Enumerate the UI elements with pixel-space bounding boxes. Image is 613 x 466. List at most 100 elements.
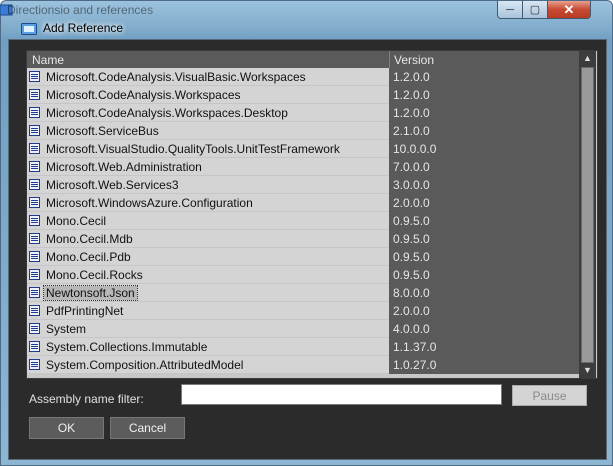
- assembly-name: PdfPrintingNet: [46, 304, 124, 318]
- name-cell[interactable]: System.Collections.Immutable: [27, 338, 389, 356]
- name-cell[interactable]: Mono.Cecil.Rocks: [27, 266, 389, 284]
- assembly-version: 10.0.0.0: [393, 142, 437, 156]
- table-row[interactable]: System.Collections.Immutable 1.1.37.0: [27, 338, 579, 356]
- assembly-version: 7.0.0.0: [393, 160, 430, 174]
- assembly-version: 0.9.5.0: [393, 214, 430, 228]
- version-cell[interactable]: 8.0.0.0: [389, 284, 579, 302]
- table-row[interactable]: Microsoft.VisualStudio.QualityTools.Unit…: [27, 140, 579, 158]
- assembly-name: Microsoft.Web.Administration: [46, 160, 202, 174]
- column-header-name[interactable]: Name: [32, 53, 64, 67]
- assembly-icon: [29, 179, 40, 190]
- dialog-title: Add Reference: [43, 21, 124, 35]
- version-cell[interactable]: 1.2.0.0: [389, 104, 579, 122]
- assembly-icon: [29, 287, 40, 298]
- name-cell[interactable]: Microsoft.CodeAnalysis.Workspaces.Deskto…: [27, 104, 389, 122]
- assembly-version: 1.2.0.0: [393, 70, 430, 84]
- table-row[interactable]: Microsoft.CodeAnalysis.VisualBasic.Works…: [27, 68, 579, 86]
- table-row[interactable]: PdfPrintingNet 2.0.0.0: [27, 302, 579, 320]
- name-cell[interactable]: Microsoft.Web.Services3: [27, 176, 389, 194]
- table-row[interactable]: Microsoft.ServiceBus 2.1.0.0: [27, 122, 579, 140]
- assembly-name: Mono.Cecil.Mdb: [46, 232, 133, 246]
- table-row[interactable]: Mono.Cecil.Mdb 0.9.5.0: [27, 230, 579, 248]
- assembly-version: 4.0.0.0: [393, 322, 430, 336]
- table-row[interactable]: Microsoft.WindowsAzure.Configuration 2.0.…: [27, 194, 579, 212]
- name-cell[interactable]: PdfPrintingNet: [27, 302, 389, 320]
- version-cell[interactable]: 0.9.5.0: [389, 230, 579, 248]
- assembly-name: Microsoft.CodeAnalysis.Workspaces.Deskto…: [46, 106, 288, 120]
- cancel-button[interactable]: Cancel: [110, 417, 185, 439]
- column-separator[interactable]: [389, 51, 390, 68]
- scrollbar-thumb[interactable]: [581, 67, 594, 363]
- version-cell[interactable]: 1.0.27.0: [389, 356, 579, 374]
- assembly-name: Microsoft.Web.Services3: [46, 178, 179, 192]
- version-cell[interactable]: 0.9.5.0: [389, 266, 579, 284]
- table-row[interactable]: Microsoft.CodeAnalysis.Workspaces 1.2.0.0: [27, 86, 579, 104]
- minimize-button[interactable]: ─: [497, 1, 523, 19]
- assembly-icon: [29, 215, 40, 226]
- table-row[interactable]: System.Composition.AttributedModel 1.0.27…: [27, 356, 579, 374]
- version-cell[interactable]: 1.2.0.0: [389, 68, 579, 86]
- version-cell[interactable]: 0.9.5.0: [389, 248, 579, 266]
- version-cell[interactable]: 2.0.0.0: [389, 302, 579, 320]
- name-cell[interactable]: Microsoft.CodeAnalysis.VisualBasic.Works…: [27, 68, 389, 86]
- name-cell[interactable]: Microsoft.ServiceBus: [27, 122, 389, 140]
- name-cell[interactable]: Microsoft.Web.Administration: [27, 158, 389, 176]
- assembly-name: Mono.Cecil.Pdb: [46, 250, 131, 264]
- assembly-version: 1.2.0.0: [393, 88, 430, 102]
- assembly-version: 0.9.5.0: [393, 250, 430, 264]
- name-cell[interactable]: System.Composition.AttributedModel: [27, 356, 389, 374]
- scroll-up-arrow-icon[interactable]: ▲: [579, 51, 596, 66]
- assembly-version: 1.0.27.0: [393, 358, 437, 372]
- assembly-icon: [29, 323, 40, 334]
- name-cell[interactable]: Newtonsoft.Json: [27, 284, 389, 302]
- table-row[interactable]: System 4.0.0.0: [27, 320, 579, 338]
- table-row[interactable]: Microsoft.Web.Administration 7.0.0.0: [27, 158, 579, 176]
- name-cell[interactable]: System: [27, 320, 389, 338]
- assembly-icon: [29, 269, 40, 280]
- name-cell[interactable]: Microsoft.WindowsAzure.Configuration: [27, 194, 389, 212]
- assembly-filter-label: Assembly name filter:: [29, 392, 144, 406]
- table-row[interactable]: Microsoft.Web.Services3 3.0.0.0: [27, 176, 579, 194]
- assembly-name: Microsoft.CodeAnalysis.Workspaces: [46, 88, 241, 102]
- close-button[interactable]: ✕: [547, 1, 591, 19]
- version-cell[interactable]: 2.0.0.0: [389, 194, 579, 212]
- table-row[interactable]: Microsoft.CodeAnalysis.Workspaces.Deskto…: [27, 104, 579, 122]
- assembly-icon: [29, 89, 40, 100]
- vertical-scrollbar[interactable]: ▲ ▼: [579, 51, 596, 378]
- assembly-version: 0.9.5.0: [393, 268, 430, 282]
- name-cell[interactable]: Mono.Cecil.Mdb: [27, 230, 389, 248]
- assembly-version: 8.0.0.0: [393, 286, 430, 300]
- name-cell[interactable]: Microsoft.VisualStudio.QualityTools.Unit…: [27, 140, 389, 158]
- assembly-name: System.Collections.Immutable: [46, 340, 208, 354]
- assembly-name: System.Composition.AttributedModel: [46, 358, 244, 372]
- assembly-version: 1.1.37.0: [393, 340, 437, 354]
- table-row[interactable]: Newtonsoft.Json 8.0.0.0: [27, 284, 579, 302]
- table-row[interactable]: Mono.Cecil.Rocks 0.9.5.0: [27, 266, 579, 284]
- version-cell[interactable]: 4.0.0.0: [389, 320, 579, 338]
- maximize-button[interactable]: ▢: [522, 1, 548, 19]
- scroll-down-arrow-icon[interactable]: ▼: [579, 363, 596, 378]
- pause-button[interactable]: Pause: [512, 385, 587, 406]
- name-cell[interactable]: Mono.Cecil.Pdb: [27, 248, 389, 266]
- version-cell[interactable]: 2.1.0.0: [389, 122, 579, 140]
- version-cell[interactable]: 1.1.37.0: [389, 338, 579, 356]
- name-cell[interactable]: Mono.Cecil: [27, 212, 389, 230]
- version-cell[interactable]: 0.9.5.0: [389, 212, 579, 230]
- assembly-filter-input[interactable]: [181, 384, 502, 405]
- assembly-name: Mono.Cecil: [46, 214, 107, 228]
- assembly-name: Microsoft.WindowsAzure.Configuration: [46, 196, 253, 210]
- version-cell[interactable]: 7.0.0.0: [389, 158, 579, 176]
- column-header-version[interactable]: Version: [394, 53, 434, 67]
- table-row[interactable]: Mono.Cecil 0.9.5.0: [27, 212, 579, 230]
- assembly-name: Microsoft.CodeAnalysis.VisualBasic.Works…: [46, 70, 306, 84]
- assembly-version: 0.9.5.0: [393, 232, 430, 246]
- version-cell[interactable]: 1.2.0.0: [389, 86, 579, 104]
- assembly-icon: [29, 341, 40, 352]
- name-cell[interactable]: Microsoft.CodeAnalysis.Workspaces: [27, 86, 389, 104]
- assembly-name: Microsoft.VisualStudio.QualityTools.Unit…: [46, 142, 340, 156]
- assembly-icon: [29, 359, 40, 370]
- ok-button[interactable]: OK: [29, 417, 104, 439]
- version-cell[interactable]: 10.0.0.0: [389, 140, 579, 158]
- table-row[interactable]: Mono.Cecil.Pdb 0.9.5.0: [27, 248, 579, 266]
- version-cell[interactable]: 3.0.0.0: [389, 176, 579, 194]
